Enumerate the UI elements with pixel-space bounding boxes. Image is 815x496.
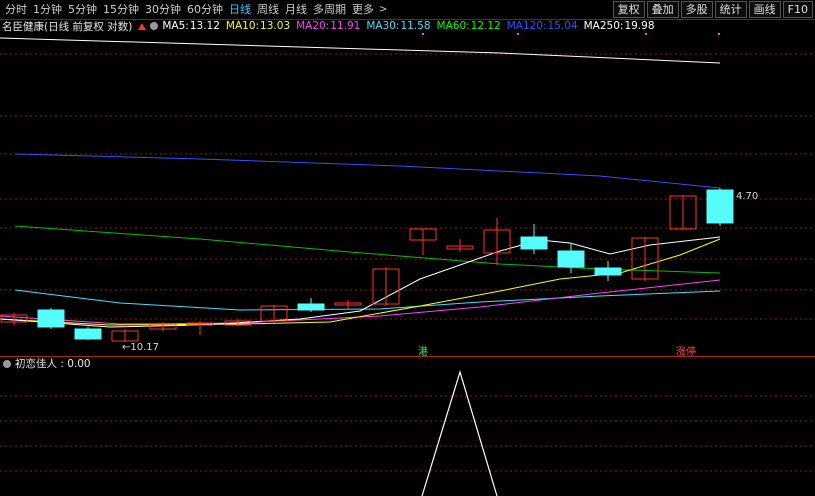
tab-7[interactable]: 周线: [254, 0, 282, 19]
ma-item-1: MA10:13.03: [226, 20, 290, 32]
ma-label: MA60:: [436, 20, 470, 32]
ma-value: 13.12: [189, 20, 220, 32]
indicator-circle-icon[interactable]: [3, 359, 11, 368]
ma-item-0: MA5:13.12: [162, 20, 220, 32]
ma-value: 19.98: [624, 20, 655, 32]
ma-value: 11.91: [330, 20, 361, 32]
indicator-colon: :: [57, 357, 68, 370]
period-toolbar: 分时 1分钟 5分钟 15分钟 30分钟 60分钟 日线 周线 月线 多周期 更多 > 复权 叠加 多股统…: [0, 0, 815, 20]
tab-8[interactable]: 月线: [282, 0, 310, 19]
tool-buttons: 复权 叠加 多股 统计 画线 F10: [611, 1, 813, 18]
settings-circle-icon[interactable]: [150, 22, 159, 30]
ma-value: 12.12: [470, 20, 501, 32]
chart-divider: [0, 356, 815, 357]
ma-item-4: MA60:12.12: [437, 20, 501, 32]
candle-body: [594, 267, 622, 276]
top-marker: [645, 33, 647, 35]
ma-label: MA10:: [225, 20, 260, 32]
toolbar-button-5[interactable]: F10: [782, 1, 813, 18]
indicator-name: 初恋佳人: [15, 358, 57, 370]
toolbar-button-0[interactable]: 复权: [612, 1, 645, 18]
ma60-line: [14, 225, 721, 274]
ma-label: MA250:: [583, 20, 624, 32]
stock-title: 名臣健康(日线 前复权 对数): [2, 20, 133, 33]
ma-item-3: MA30:11.58: [366, 20, 430, 32]
top-marker: [718, 33, 720, 35]
ma120-line: [14, 153, 721, 189]
candle-body: [297, 303, 325, 311]
sub-indicator-header: 初恋佳人 : 0.00: [0, 357, 91, 370]
candle-body: [706, 189, 734, 224]
tab-0[interactable]: 分时: [2, 0, 30, 19]
ma-value: 15.04: [547, 20, 578, 32]
candlestick-chart[interactable]: 4.70←10.17 港涨停: [0, 33, 815, 357]
sub-indicator-chart[interactable]: [0, 370, 815, 496]
tab-5[interactable]: 60分钟: [184, 0, 226, 19]
candle-body: [520, 236, 548, 250]
tab-1[interactable]: 1分钟: [30, 0, 65, 19]
candle-body: [37, 309, 65, 328]
ma-info-bar: 名臣健康(日线 前复权 对数) MA5:13.12 MA10:13.03 MA20:…: [0, 19, 815, 33]
toolbar-button-1[interactable]: 叠加: [646, 1, 679, 18]
ma-label: MA20:: [296, 20, 330, 32]
tab-2[interactable]: 5分钟: [65, 0, 100, 19]
toolbar-button-3[interactable]: 统计: [714, 1, 747, 18]
low-price-label: ←10.17: [122, 342, 159, 353]
toolbar-button-2[interactable]: 多股: [680, 1, 713, 18]
candle-body: [74, 328, 102, 340]
ma-value: 11.58: [400, 20, 431, 32]
tab-3[interactable]: 15分钟: [100, 0, 142, 19]
ma-label: MA120:: [506, 20, 547, 32]
indicator-value: 0.00: [67, 357, 91, 370]
ma-label: MA5:: [162, 20, 189, 32]
chevron-right-icon[interactable]: >: [379, 4, 387, 15]
tab-9[interactable]: 多周期: [310, 0, 349, 19]
ma-list: MA5:13.12 MA10:13.03 MA20:11.91 MA30:11.58 M…: [162, 20, 660, 32]
arrow-up-icon[interactable]: [138, 22, 147, 30]
tab-10[interactable]: 更多: [349, 0, 377, 19]
ma-item-6: MA250:19.98: [584, 20, 655, 32]
ma-item-5: MA120:15.04: [507, 20, 578, 32]
high-price-label: 4.70: [736, 191, 758, 202]
ma-item-2: MA20:11.91: [296, 20, 360, 32]
period-tabs: 分时 1分钟 5分钟 15分钟 30分钟 60分钟 日线 周线 月线 多周期 更多 >: [2, 0, 387, 19]
ma-value: 13.03: [260, 20, 291, 32]
ma10-line: [0, 238, 721, 326]
ma250-line: [0, 37, 721, 64]
top-marker: [517, 33, 519, 35]
ma5-line: [0, 236, 721, 328]
tab-4[interactable]: 30分钟: [142, 0, 184, 19]
indicator-line: [421, 370, 498, 496]
top-marker: [422, 33, 424, 35]
candle-body: [557, 250, 585, 268]
toolbar-button-4[interactable]: 画线: [748, 1, 781, 18]
tab-6[interactable]: 日线: [226, 0, 254, 19]
ma-label: MA30:: [366, 20, 400, 32]
